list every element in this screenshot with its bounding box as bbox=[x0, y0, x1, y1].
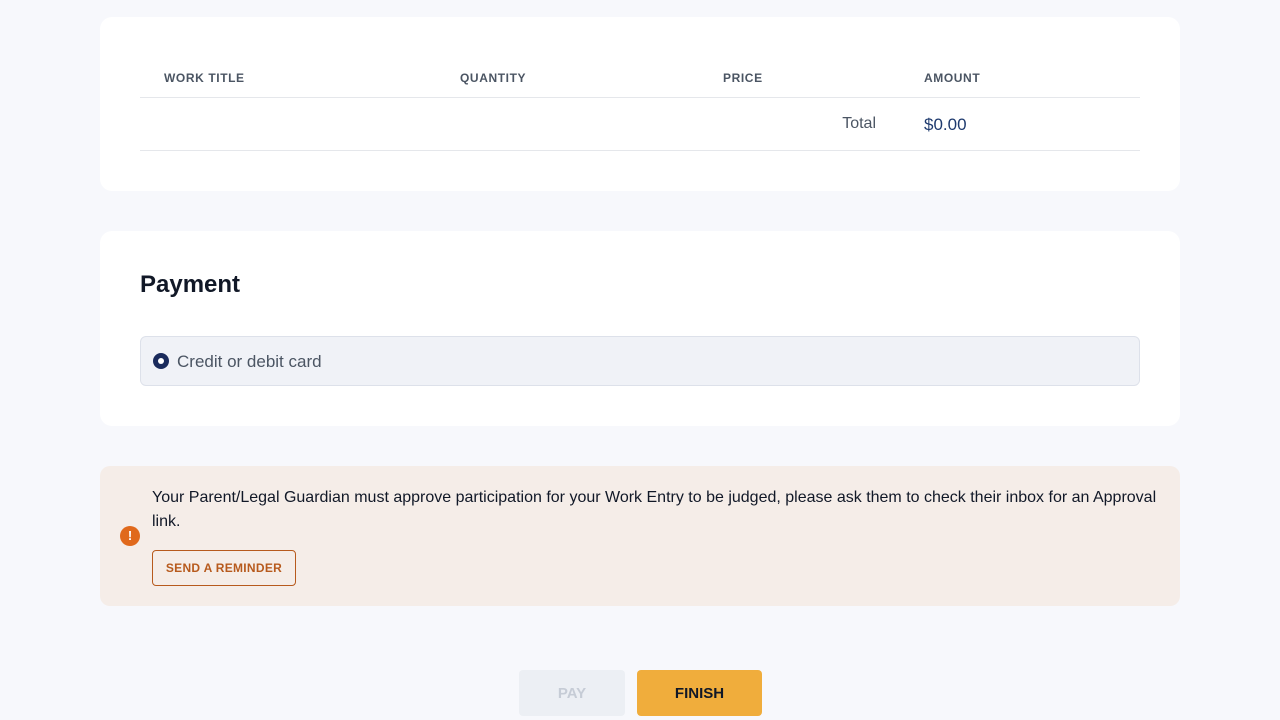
payment-card: Payment Credit or debit card bbox=[100, 231, 1180, 426]
alert-message: Your Parent/Legal Guardian must approve … bbox=[152, 489, 1157, 530]
exclamation-icon: ! bbox=[120, 526, 140, 546]
payment-method-label: Credit or debit card bbox=[177, 352, 322, 371]
table-header-row: WORK TITLE QUANTITY PRICE AMOUNT bbox=[140, 57, 1140, 98]
radio-selected-icon[interactable] bbox=[153, 353, 169, 369]
total-value: $0.00 bbox=[924, 115, 967, 134]
payment-title: Payment bbox=[140, 271, 241, 298]
send-reminder-button[interactable]: SEND A REMINDER bbox=[152, 550, 296, 586]
column-header-price: PRICE bbox=[723, 71, 763, 85]
column-header-quantity: QUANTITY bbox=[460, 71, 527, 85]
finish-button[interactable]: FINISH bbox=[637, 670, 762, 716]
order-summary-card: WORK TITLE QUANTITY PRICE AMOUNT Total $… bbox=[100, 17, 1180, 191]
order-summary-table: WORK TITLE QUANTITY PRICE AMOUNT Total $… bbox=[140, 57, 1140, 151]
pay-button[interactable]: PAY bbox=[519, 670, 625, 716]
payment-method-card-option[interactable]: Credit or debit card bbox=[140, 336, 1140, 386]
column-header-work-title: WORK TITLE bbox=[164, 71, 245, 85]
column-header-amount: AMOUNT bbox=[924, 71, 981, 85]
checkout-page: WORK TITLE QUANTITY PRICE AMOUNT Total $… bbox=[0, 0, 1280, 720]
total-row: Total $0.00 bbox=[140, 98, 1140, 151]
guardian-approval-alert: ! Your Parent/Legal Guardian must approv… bbox=[100, 466, 1180, 606]
total-label: Total bbox=[842, 115, 876, 132]
